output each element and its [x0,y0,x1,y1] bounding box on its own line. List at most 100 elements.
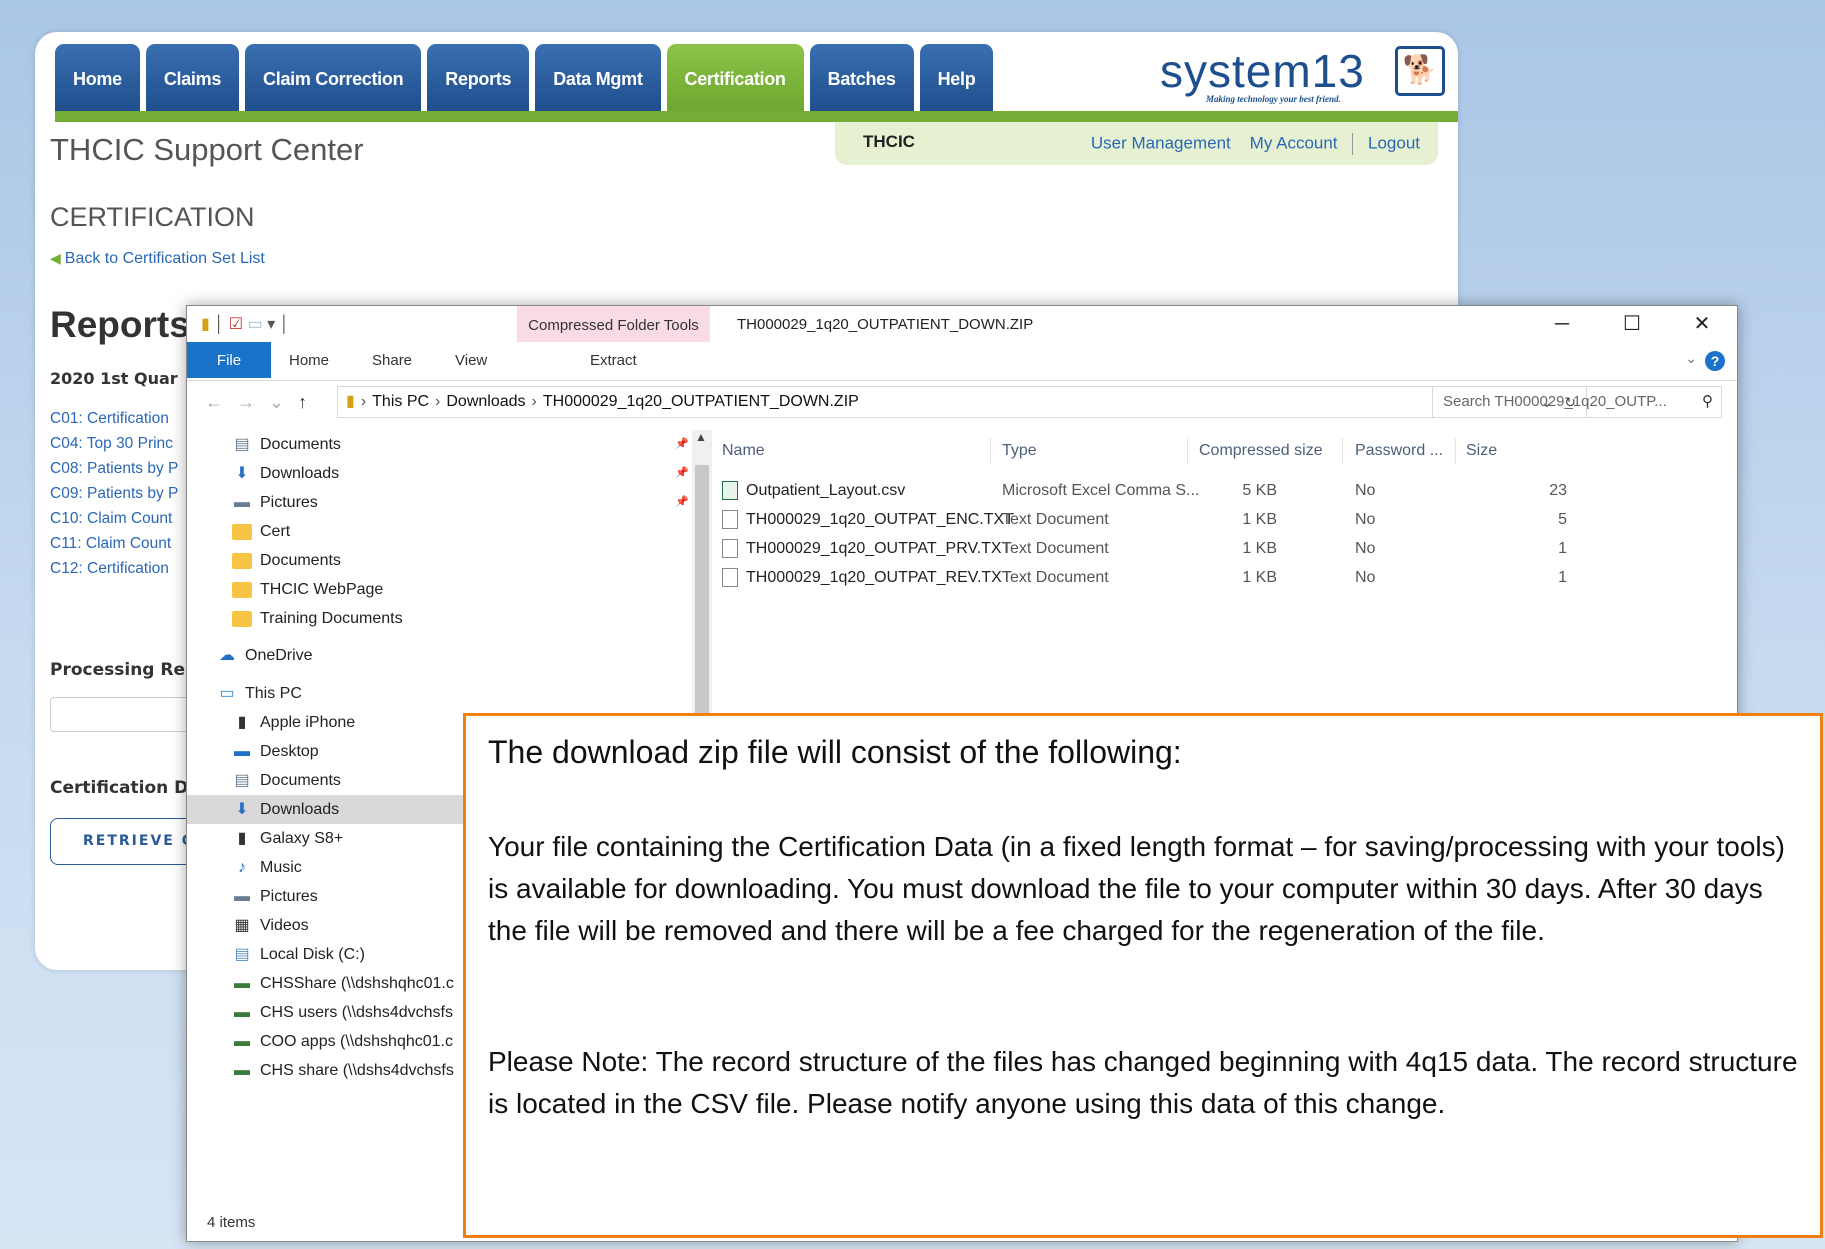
user-management-link[interactable]: User Management [1091,133,1231,152]
file-row[interactable]: Outpatient_Layout.csv Microsoft Excel Com… [722,476,1737,505]
section-title: CERTIFICATION [50,202,255,232]
account-bar: THCIC User Management My Account Logout [835,122,1438,165]
reports-heading: Reports [50,304,190,345]
info-callout: The download zip file will consist of th… [463,713,1823,1238]
quick-access-toolbar[interactable]: ▮ │ ☑ ▭ ▾ │ [201,314,290,334]
pin-icon[interactable]: 📌 [675,459,689,488]
system13-logo[interactable]: system13 Making technology your best fri… [1160,44,1450,104]
maximize-icon[interactable]: ☐ [1597,306,1667,342]
desktop-icon: ▬ [234,742,250,760]
minimize-icon[interactable]: ─ [1527,306,1597,342]
zip-folder-icon: ▮ [201,316,210,333]
nav-item[interactable]: Cert [187,517,687,546]
nav-item[interactable]: ▬ Pictures 📌 [187,488,689,517]
ribbon-tab-home[interactable]: Home [289,342,329,380]
recent-chevron-icon[interactable]: ⌄ [269,392,298,412]
ribbon-tab-file[interactable]: File [187,342,271,378]
back-to-certification-set-list-link[interactable]: ◀ Back to Certification Set List [50,250,265,268]
back-icon[interactable]: ← [205,392,237,412]
my-account-link[interactable]: My Account [1250,133,1338,152]
file-row[interactable]: TH000029_1q20_OUTPAT_REV.TXT Text Documen… [722,563,1737,592]
report-link[interactable]: C11: Claim Count [50,531,178,556]
column-type[interactable]: Type [1002,430,1037,472]
nav-item-label: Apple iPhone [260,714,356,731]
nav-tab-certification[interactable]: Certification [666,44,804,111]
nav-item-label: CHS share (\\dshs4dvchsfs [260,1062,454,1079]
help-icon[interactable]: ? [1705,351,1725,371]
documents-icon: ▤ [234,771,250,789]
file-row[interactable]: TH000029_1q20_OUTPAT_PRV.TXT Text Documen… [722,534,1737,563]
column-name[interactable]: Name [722,430,765,472]
column-size[interactable]: Size [1466,430,1497,472]
close-icon[interactable]: ✕ [1667,306,1737,342]
file-name: TH000029_1q20_OUTPAT_ENC.TXT [746,511,1014,528]
compressed-folder-tools-tab[interactable]: Compressed Folder Tools [517,306,710,342]
address-bar[interactable]: ▮ › This PC › Downloads › TH000029_1q20_OUTPAT… [337,386,1587,418]
nav-item[interactable]: Training Documents [187,604,687,633]
nav-tab-data-mgmt[interactable]: Data Mgmt [535,44,661,111]
scroll-up-icon[interactable]: ▲ [695,430,707,444]
logo-text: system13 [1160,45,1365,97]
properties-icon[interactable]: ☑ [229,316,243,333]
excel-csv-icon [722,481,738,501]
report-link[interactable]: C09: Patients by P [50,481,178,506]
nav-item-label: Videos [260,917,309,934]
column-password[interactable]: Password ... [1355,430,1443,472]
nav-item-label: THCIC WebPage [260,581,384,598]
new-folder-icon[interactable]: ▭ [248,316,263,333]
videos-icon: ▦ [234,916,250,934]
nav-item[interactable]: Documents [187,546,687,575]
logout-link[interactable]: Logout [1368,133,1420,152]
column-headers: Name Type Compressed size Password ... S… [722,430,1737,472]
up-icon[interactable]: ↑ [298,392,321,412]
report-link[interactable]: C04: Top 30 Princ [50,431,178,456]
report-link-list: C01: Certification C04: Top 30 Princ C08… [50,406,178,581]
nav-tab-home[interactable]: Home [55,44,140,111]
status-bar: 4 items [207,1214,256,1231]
file-row[interactable]: TH000029_1q20_OUTPAT_ENC.TXT Text Documen… [722,505,1737,534]
folder-icon [232,610,252,627]
account-links: User Management My Account Logout [1091,133,1420,155]
nav-item[interactable]: ▭ This PC [187,679,687,708]
window-controls: ─ ☐ ✕ [1527,306,1737,342]
report-link[interactable]: C08: Patients by P [50,456,178,481]
ribbon-tab-view[interactable]: View [455,342,487,380]
nav-item[interactable]: THCIC WebPage [187,575,687,604]
callout-paragraph-availability: Your file containing the Certification D… [488,831,1785,946]
file-type: Microsoft Excel Comma S... [1002,482,1200,499]
report-link[interactable]: C10: Claim Count [50,506,178,531]
nav-tab-help[interactable]: Help [919,44,994,111]
nav-tab-claims[interactable]: Claims [145,44,240,111]
search-input[interactable]: Search TH000029_1q20_OUTP... ⚲ [1432,386,1722,418]
downloads-icon: ⬇ [235,800,249,818]
ribbon-tabs: File Home Share View Extract ⌄ ? [187,342,1737,381]
processing-label: Processing Re [50,660,186,680]
file-compressed-size: 1 KB [1242,511,1277,528]
breadcrumb-downloads[interactable]: Downloads [446,393,525,410]
customize-toolbar-icon[interactable]: ▾ │ [267,316,289,333]
onedrive-icon: ☁ [219,646,235,664]
quarter-heading: 2020 1st Quar [50,369,178,388]
file-size: 23 [1549,482,1567,499]
report-link[interactable]: C12: Certification [50,556,178,581]
pin-icon[interactable]: 📌 [675,488,689,517]
forward-icon[interactable]: → [237,392,269,412]
ribbon-tab-share[interactable]: Share [372,342,412,380]
breadcrumb-this-pc[interactable]: This PC [372,393,429,410]
network-drive-icon: ▬ [234,1061,250,1079]
window-title: TH000029_1q20_OUTPATIENT_DOWN.ZIP [737,316,1034,333]
pin-icon[interactable]: 📌 [675,430,689,459]
expand-ribbon-chevron-icon[interactable]: ⌄ [1685,350,1697,367]
nav-item[interactable]: ▤ Documents 📌 [187,430,689,459]
nav-tab-reports[interactable]: Reports [427,44,530,111]
nav-item[interactable]: ⬇ Downloads 📌 [187,459,689,488]
site-title: THCIC Support Center [50,132,364,167]
nav-tab-claim-correction[interactable]: Claim Correction [245,44,422,111]
nav-item[interactable]: ☁ OneDrive [187,641,687,670]
ribbon-tab-extract[interactable]: Extract [590,342,637,380]
column-compressed-size[interactable]: Compressed size [1199,430,1323,472]
nav-item-label: Pictures [260,494,318,511]
breadcrumb-zip[interactable]: TH000029_1q20_OUTPATIENT_DOWN.ZIP [543,393,859,410]
report-link[interactable]: C01: Certification [50,406,178,431]
nav-tab-batches[interactable]: Batches [809,44,914,111]
